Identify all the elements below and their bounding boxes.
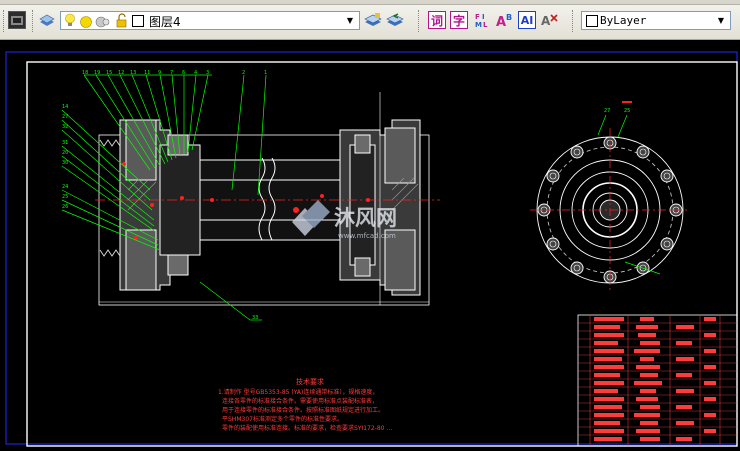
notes-line: 零件的装配使用标准连接。标准的要求，检查要求SYI172-80 … (222, 424, 392, 432)
text-convert-icon[interactable]: A (541, 11, 559, 29)
layer-dropdown[interactable]: 图层4 ▼ (60, 11, 360, 30)
technical-notes: 技术要求 1.请制作 型号GB5353-85 (YA)连续通带标准），规格速度，… (218, 377, 392, 432)
ai-text-button[interactable]: AI (518, 11, 536, 29)
svg-text:L: L (483, 21, 488, 28)
linetype-value: ByLayer (600, 14, 647, 27)
svg-text:A: A (541, 14, 551, 28)
toolbar-grip[interactable] (3, 10, 7, 32)
layer-viewport-freeze-icon[interactable] (95, 14, 111, 33)
layer-unlock-icon[interactable] (115, 13, 129, 32)
notes-line: 平SHM307标准测定多个零件的标准性要求。 (222, 415, 343, 423)
notes-line: 1.请制作 型号GB5353-85 (YA)连续通带标准），规格速度， (218, 388, 378, 396)
toolbar-grip[interactable] (572, 10, 576, 32)
svg-text:13: 13 (130, 70, 136, 76)
layer-manager-icon[interactable] (8, 11, 26, 29)
svg-text:24: 24 (62, 184, 68, 190)
current-layer-name: 图层4 (149, 15, 181, 29)
svg-text:31: 31 (62, 140, 68, 146)
svg-text:20: 20 (62, 150, 68, 156)
svg-text:3: 3 (206, 70, 209, 76)
svg-text:12: 12 (118, 70, 124, 76)
svg-text:19: 19 (94, 70, 100, 76)
svg-text:30: 30 (62, 160, 68, 166)
toolbar-grip[interactable] (32, 10, 36, 32)
text-tool-ci-button[interactable]: 词 (428, 11, 446, 29)
svg-text:F: F (475, 13, 480, 21)
svg-text:26: 26 (62, 204, 68, 210)
text-style-ab-icon[interactable]: AB (496, 11, 514, 29)
svg-text:4: 4 (194, 70, 197, 76)
layer-thaw-sun-icon[interactable] (79, 14, 93, 33)
svg-text:27: 27 (604, 108, 610, 114)
svg-text:27: 27 (62, 114, 68, 120)
toolbar-top-strip (0, 0, 740, 5)
svg-text:1: 1 (264, 70, 267, 76)
svg-text:2: 2 (242, 70, 245, 76)
svg-text:B: B (506, 13, 512, 22)
parts-list-table (577, 314, 738, 447)
chevron-down-icon[interactable]: ▼ (343, 13, 357, 28)
svg-text:7: 7 (170, 70, 173, 76)
layer-color-swatch[interactable] (132, 15, 144, 27)
notes-line: 连接各零件的标准接合条件。需要使用标准点装配标准表， (222, 397, 378, 405)
layer-states-icon[interactable] (38, 11, 56, 29)
color-swatch (586, 15, 598, 27)
make-object-layer-current-icon[interactable] (364, 11, 382, 29)
svg-text:I: I (482, 13, 485, 21)
svg-text:25: 25 (62, 194, 68, 200)
svg-text:A: A (496, 15, 506, 28)
layer-on-lightbulb-icon[interactable] (64, 13, 76, 32)
svg-text:9: 9 (158, 70, 161, 76)
svg-text:25: 25 (624, 108, 630, 114)
toolbar-grip[interactable] (418, 10, 422, 32)
text-tool-zi-button[interactable]: 字 (450, 11, 468, 29)
cad-drawing: 18 19 15 12 13 11 976 432 1 142732 312030 24… (5, 51, 738, 447)
linetype-dropdown[interactable]: ByLayer ▼ (581, 11, 731, 30)
watermark-url: www.mfcad.com (338, 232, 396, 240)
notes-title: 技术要求 (296, 377, 324, 386)
svg-text:14: 14 (62, 104, 68, 110)
layers-toolbar: 图层4 ▼ 词 字 FIML AB AI A ByLayer ▼ (0, 0, 740, 40)
svg-text:11: 11 (144, 70, 150, 76)
field-insert-icon[interactable]: FIML (473, 11, 491, 29)
watermark-text: 沐风网 (334, 206, 397, 230)
svg-text:6: 6 (182, 70, 185, 76)
layer-previous-icon[interactable] (386, 11, 404, 29)
svg-text:15: 15 (106, 70, 112, 76)
svg-text:18: 18 (82, 70, 88, 76)
notes-line: 用于连接零件的标准接合条件。按照标准图纸规定进行加工。 (222, 406, 384, 414)
svg-text:M: M (475, 21, 482, 28)
svg-text:32: 32 (62, 124, 68, 130)
chevron-down-icon[interactable]: ▼ (714, 13, 728, 28)
drawing-canvas[interactable]: 18 19 15 12 13 11 976 432 1 14 27 32 31 20 30 24… (0, 40, 740, 447)
svg-text:33: 33 (252, 315, 258, 321)
